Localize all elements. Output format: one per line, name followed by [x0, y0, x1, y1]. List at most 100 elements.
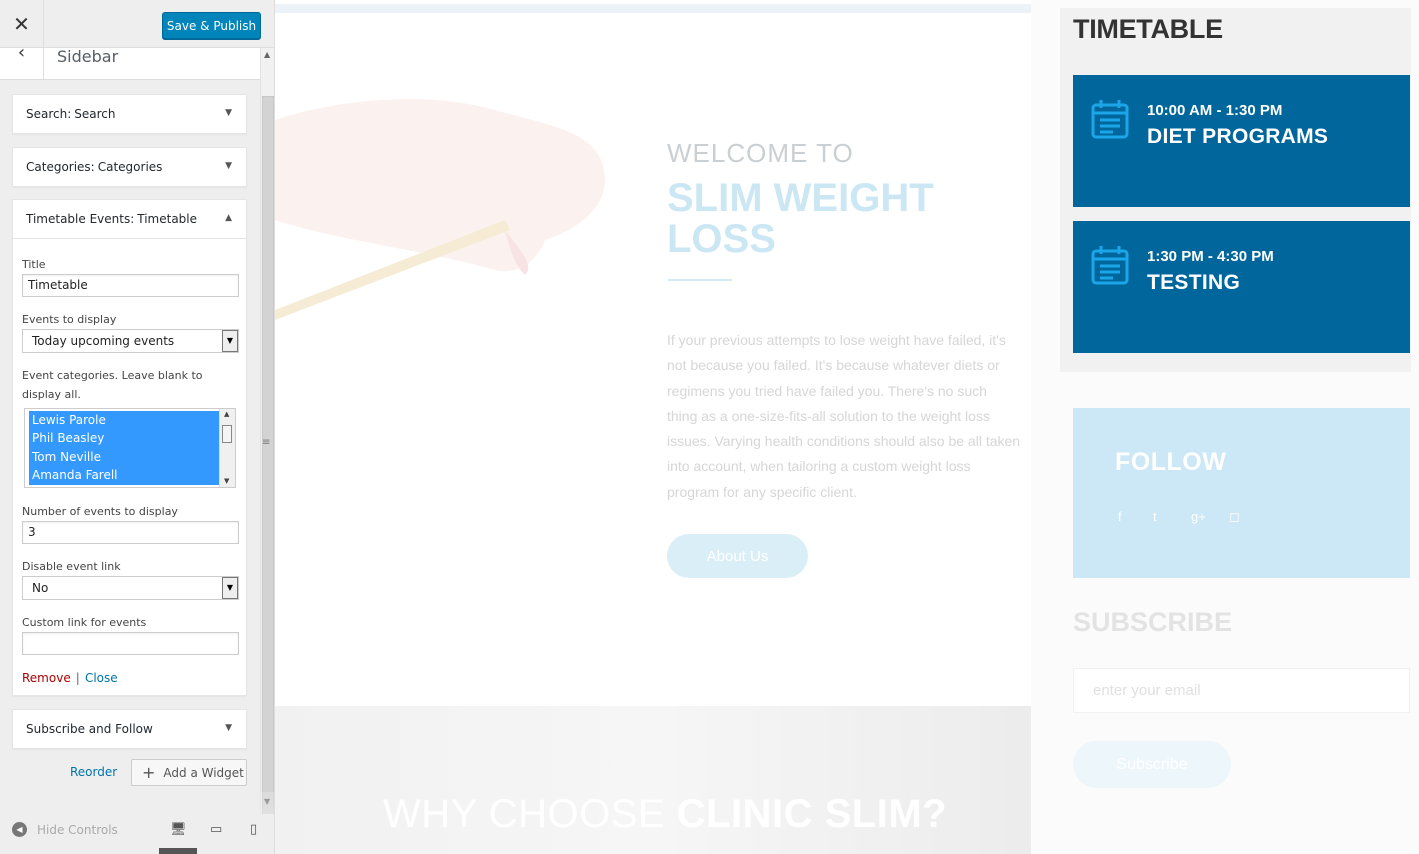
remove-link[interactable]: Remove: [22, 671, 71, 685]
scrollbar-thumb[interactable]: [222, 425, 232, 443]
disable-event-link-select[interactable]: No ▼: [22, 576, 239, 600]
active-device-indicator: [159, 848, 197, 854]
customizer-footer: ◀ Hide Controls 🖥 ▭ ▯: [0, 814, 274, 854]
caret-down-icon[interactable]: ▼: [225, 108, 232, 118]
list-item[interactable]: Tom Neville: [29, 448, 219, 466]
title-input[interactable]: Timetable: [22, 274, 239, 297]
widget-header[interactable]: Subscribe and Follow ▼: [13, 710, 246, 748]
welcome-text: WELCOME TO: [667, 138, 854, 168]
event-name[interactable]: TESTING: [1147, 271, 1240, 295]
timetable-title: TIMETABLE: [1073, 14, 1223, 44]
widget-type: Timetable Events:: [26, 212, 135, 226]
number-of-events-input[interactable]: 3: [22, 521, 239, 544]
desktop-icon[interactable]: 🖥: [170, 822, 187, 837]
scrollbar-thumb[interactable]: [262, 96, 274, 841]
list-item[interactable]: Amanda Farell: [29, 466, 219, 484]
custom-link-input[interactable]: [22, 632, 239, 655]
hide-controls-button[interactable]: ◀ Hide Controls: [12, 822, 118, 837]
list-item[interactable]: Lewis Parole: [29, 411, 219, 429]
chevron-left-icon: ‹: [17, 42, 26, 63]
scroll-up-icon[interactable]: ▲: [264, 50, 270, 59]
why-bold: CLINIC SLIM?: [676, 792, 948, 836]
close-customizer-button[interactable]: ✕: [0, 0, 44, 48]
sidebar-scrollbar[interactable]: ▲ ▼: [260, 48, 274, 841]
widget-title: Categories: [97, 160, 163, 174]
why-choose-heading: WHY CHOOSE CLINIC SLIM?: [383, 792, 947, 837]
measuring-tape-hand-image: [275, 99, 605, 320]
categories-list: Lewis Parole Phil Beasley Tom Neville Am…: [29, 411, 219, 485]
event-time: 1:30 PM - 4:30 PM: [1147, 248, 1274, 265]
why-choose-section: WHY CHOOSE CLINIC SLIM?: [275, 706, 1031, 854]
disable-event-link-label: Disable event link: [22, 560, 121, 573]
hero-headline: SLIM WEIGHT LOSS: [667, 176, 934, 261]
events-to-display-label: Events to display: [22, 313, 117, 326]
section-title: Sidebar: [57, 47, 119, 66]
title-label: Title: [22, 258, 46, 271]
widget-header[interactable]: Timetable Events: Timetable ▲: [13, 200, 246, 238]
list-item[interactable]: Phil Beasley: [29, 429, 219, 447]
dropdown-arrow-icon[interactable]: ▼: [222, 577, 238, 599]
collapse-icon: ◀: [12, 822, 27, 837]
widget-search[interactable]: Search: Search ▼: [12, 94, 247, 134]
facebook-icon[interactable]: f: [1118, 509, 1122, 524]
dropdown-arrow-icon[interactable]: ▼: [222, 330, 238, 352]
tablet-icon[interactable]: ▭: [210, 822, 222, 837]
mobile-icon[interactable]: ▯: [250, 822, 257, 837]
site-preview: WELCOME TO SLIM WEIGHT LOSS If your prev…: [275, 0, 1419, 854]
twitter-icon[interactable]: t: [1153, 509, 1157, 524]
top-strip: [275, 4, 1031, 13]
about-us-button[interactable]: About Us: [667, 534, 808, 578]
reorder-link[interactable]: Reorder: [70, 765, 117, 779]
event-card[interactable]: 10:00 AM - 1:30 PM DIET PROGRAMS: [1073, 75, 1410, 207]
widget-categories[interactable]: Categories: Categories ▼: [12, 147, 247, 187]
widget-actions: Remove | Close: [22, 667, 237, 686]
scroll-down-icon[interactable]: ▼: [264, 797, 270, 806]
event-time: 10:00 AM - 1:30 PM: [1147, 102, 1283, 119]
customizer-header: ✕ Save & Publish: [0, 0, 274, 48]
separator: |: [75, 671, 80, 685]
back-button[interactable]: ‹: [0, 42, 44, 80]
event-name[interactable]: DIET PROGRAMS: [1147, 125, 1328, 149]
event-categories-multiselect[interactable]: Lewis Parole Phil Beasley Tom Neville Am…: [24, 408, 236, 488]
caret-down-icon[interactable]: ▼: [225, 723, 232, 733]
resize-handle-icon[interactable]: ≡: [262, 437, 270, 448]
widget-title: Search: [74, 107, 116, 121]
widget-timetable-events[interactable]: Timetable Events: Timetable ▲ Title Time…: [12, 199, 247, 696]
widget-form: Title Timetable Events to display Today …: [13, 238, 246, 686]
follow-title: FOLLOW: [1115, 448, 1227, 476]
add-widget-label: Add a Widget: [163, 765, 244, 780]
caret-down-icon[interactable]: ▼: [225, 161, 232, 171]
instagram-icon[interactable]: ◻: [1229, 509, 1240, 525]
widget-subscribe-follow[interactable]: Subscribe and Follow ▼: [12, 709, 247, 749]
select-value: Today upcoming events: [32, 334, 175, 348]
select-value: No: [32, 581, 49, 595]
hero-paragraph: If your previous attempts to lose weight…: [667, 332, 1021, 500]
plus-icon: +: [142, 763, 156, 782]
google-plus-icon[interactable]: g+: [1191, 509, 1206, 524]
event-categories-label: Event categories. Leave blank to display…: [22, 369, 203, 401]
list-scrollbar[interactable]: ▲ ▼: [219, 409, 235, 487]
calendar-icon: [1091, 246, 1129, 285]
section-header: ‹ Sidebar: [0, 42, 260, 80]
widget-header[interactable]: Search: Search ▼: [13, 95, 246, 133]
widget-header[interactable]: Categories: Categories ▼: [13, 148, 246, 186]
widget-type: Categories:: [26, 160, 95, 174]
subscribe-title: SUBSCRIBE: [1073, 607, 1233, 637]
caret-up-icon[interactable]: ▲: [225, 213, 232, 223]
hide-controls-label: Hide Controls: [37, 822, 118, 837]
save-publish-button[interactable]: Save & Publish: [162, 12, 261, 39]
hero-section: WELCOME TO SLIM WEIGHT LOSS If your prev…: [275, 0, 1031, 706]
event-card[interactable]: 1:30 PM - 4:30 PM TESTING: [1073, 221, 1410, 353]
subscribe-button[interactable]: Subscribe: [1073, 741, 1231, 788]
widget-title: Timetable: [137, 212, 198, 226]
widget-type: Search:: [26, 107, 72, 121]
scroll-up-icon[interactable]: ▲: [224, 410, 229, 418]
close-link[interactable]: Close: [85, 671, 118, 685]
events-to-display-select[interactable]: Today upcoming events ▼: [22, 329, 239, 353]
number-of-events-label: Number of events to display: [22, 505, 178, 518]
add-widget-button[interactable]: + Add a Widget: [131, 759, 247, 786]
scroll-down-icon[interactable]: ▼: [224, 477, 229, 485]
widget-title: Subscribe and Follow: [26, 722, 153, 736]
email-input[interactable]: enter your email: [1073, 668, 1410, 713]
follow-widget: FOLLOW f t g+ ◻: [1073, 408, 1410, 578]
